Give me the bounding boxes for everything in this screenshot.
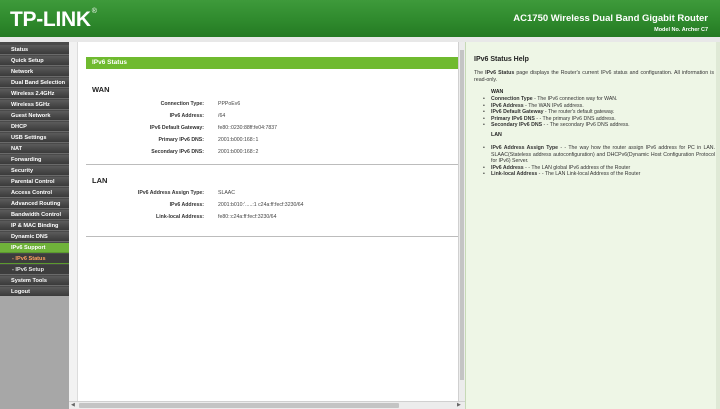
bullet-icon: • [483,145,485,151]
help-vertical-scrollbar[interactable] [716,42,720,409]
lan-link-local-value: fe80::c24a:ff:fecf:3230/64 [218,214,277,220]
help-intro-term: IPv6 Status [485,70,515,76]
sidebar-subitem-ipv6-setup[interactable]: - IPv6 Setup [0,265,69,275]
lan-ipv6-address-value: 2001:b010:ʻ.....:1 c24a:ff:fecf:3230/64 [218,202,304,208]
sidebar-item-ipv6-support[interactable]: IPv6 Support [0,243,69,253]
wan-default-gateway-value: fe80::0230:88ff:fe04:7837 [218,125,278,131]
tp-link-logo: TP-LINK® [10,8,97,32]
help-desc: - - The LAN global IPv6 address of the R… [523,164,631,171]
wan-section-divider [86,164,462,165]
help-desc: - - The LAN Link-local Address of the Ro… [537,171,641,177]
help-term: IPv6 Address Assign Type [491,145,559,151]
wan-connection-type-value: PPPoEv6 [218,101,241,107]
help-term: IPv6 Address [491,164,524,171]
help-intro: The IPv6 Status page displays the Router… [474,70,714,84]
wan-ipv6-address-label: IPv6 Address: [169,113,204,119]
logo-registered-mark: ® [91,8,97,15]
product-name: AC1750 Wireless Dual Band Gigabit Router [513,13,708,24]
help-term: Primary IPv6 DNS [491,115,535,122]
lan-link-local-label: Link-local Address: [156,214,204,220]
main-vertical-scrollbar[interactable] [458,42,465,401]
help-term: Link-local Address [491,171,538,177]
bullet-icon: • [483,171,485,177]
logo-text: TP-LINK [10,8,91,31]
help-term: IPv6 Address [491,102,524,109]
sidebar-item-access-control[interactable]: Access Control [0,188,69,198]
help-desc: - The IPv6 connection way for WAN. [532,96,618,102]
sidebar-item-parental-control[interactable]: Parental Control [0,177,69,187]
sidebar-item-wireless-2-4ghz[interactable]: Wireless 2.4GHz [0,89,69,99]
help-desc: - The router's default gateway. [543,109,615,115]
wan-primary-dns-value: 2001:b000:168::1 [218,137,259,143]
sidebar-item-security[interactable]: Security [0,166,69,176]
sidebar-item-status[interactable]: Status [0,45,69,55]
wan-default-gateway-label: IPv6 Default Gateway: [149,125,204,131]
list-item: • Secondary IPv6 DNS - - The secondary IP… [483,122,715,129]
header-bar: TP-LINK® AC1750 Wireless Dual Band Gigab… [0,0,720,37]
help-term: Secondary IPv6 DNS [491,122,543,128]
main-vertical-scroll-thumb[interactable] [460,50,464,380]
model-number: Model No. Archer C7 [654,27,708,33]
main-left-gutter [69,42,78,402]
sidebar-item-system-tools[interactable]: System Tools [0,276,69,286]
lan-ipv6-address-label: IPv6 Address: [169,202,204,208]
sidebar-item-dhcp[interactable]: DHCP [0,122,69,132]
main-horizontal-scroll-thumb[interactable] [79,403,399,408]
sidebar-item-usb-settings[interactable]: USB Settings [0,133,69,143]
sidebar-item-forwarding[interactable]: Forwarding [0,155,69,165]
help-wan-heading: WAN [491,89,504,95]
help-desc: - - The primary IPv6 DNS address. [534,115,616,122]
help-wan-list: • Connection Type - The IPv6 connection w… [483,96,715,129]
main-horizontal-scrollbar[interactable]: ◀ ▶ [69,401,465,409]
sidebar-item-nat[interactable]: NAT [0,144,69,154]
sidebar-item-advanced-routing[interactable]: Advanced Routing [0,199,69,209]
help-intro-prefix: The [474,70,486,76]
scroll-left-arrow-icon[interactable]: ◀ [71,402,75,408]
help-desc: - The WAN IPv6 address. [523,102,584,109]
sidebar-item-bandwidth-control[interactable]: Bandwidth Control [0,210,69,220]
help-lan-heading: LAN [491,132,502,138]
list-item: • Link-local Address - - The LAN Link-loc… [483,171,715,178]
bullet-icon: • [483,122,485,128]
wan-primary-dns-label: Primary IPv6 DNS: [158,137,204,143]
help-title: IPv6 Status Help [474,56,529,63]
lan-section-divider [86,236,462,237]
sidebar-item-ip-mac-binding[interactable]: IP & MAC Binding [0,221,69,231]
sidebar-item-dual-band-selection[interactable]: Dual Band Selection [0,78,69,88]
sidebar-subitem-ipv6-status[interactable]: - IPv6 Status [0,254,69,264]
lan-assign-type-label: IPv6 Address Assign Type: [137,190,204,196]
help-term: IPv6 Default Gateway [491,109,544,115]
list-item: • IPv6 Address Assign Type - - The way ho… [483,145,715,165]
lan-assign-type-value: SLAAC [218,190,236,196]
sidebar-item-dynamic-dns[interactable]: Dynamic DNS [0,232,69,242]
wan-section-heading: WAN [92,85,110,94]
help-desc: - - The secondary IPv6 DNS address. [542,122,630,128]
sidebar-filler [0,296,69,409]
wan-secondary-dns-label: Secondary IPv6 DNS: [151,149,204,155]
lan-section-heading: LAN [92,176,108,185]
sidebar-item-guest-network[interactable]: Guest Network [0,111,69,121]
sidebar-item-quick-setup[interactable]: Quick Setup [0,56,69,66]
main-content [69,42,465,409]
wan-secondary-dns-value: 2001:b000:168::2 [218,149,259,155]
sidebar-item-network[interactable]: Network [0,67,69,77]
help-term: Connection Type [491,96,533,102]
help-lan-list: • IPv6 Address Assign Type - - The way ho… [483,145,715,178]
wan-connection-type-label: Connection Type: [160,101,204,107]
wan-ipv6-address-value: /64 [218,113,226,119]
page-title: IPv6 Status [86,57,462,69]
scroll-right-arrow-icon[interactable]: ▶ [457,402,461,408]
sidebar-item-wireless-5ghz[interactable]: Wireless 5GHz [0,100,69,110]
router-admin-window: TP-LINK® AC1750 Wireless Dual Band Gigab… [0,0,720,409]
